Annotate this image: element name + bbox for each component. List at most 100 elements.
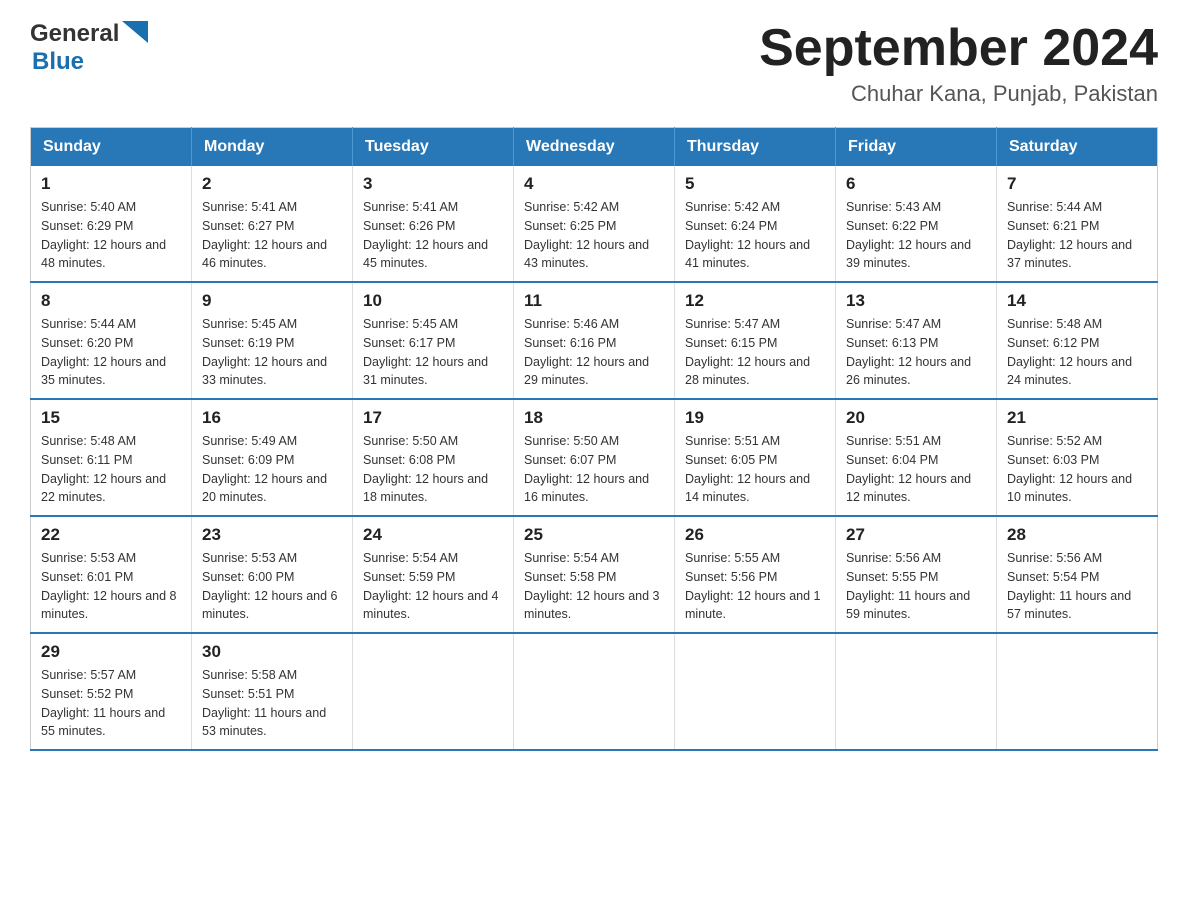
calendar-cell: 30Sunrise: 5:58 AMSunset: 5:51 PMDayligh…: [192, 633, 353, 750]
location-subtitle: Chuhar Kana, Punjab, Pakistan: [759, 81, 1158, 107]
calendar-cell: 16 Sunrise: 5:49 AMSunset: 6:09 PMDayligh…: [192, 399, 353, 516]
calendar-cell: 23 Sunrise: 5:53 AMSunset: 6:00 PMDayligh…: [192, 516, 353, 633]
title-section: September 2024 Chuhar Kana, Punjab, Paki…: [759, 20, 1158, 107]
calendar-cell: 24 Sunrise: 5:54 AMSunset: 5:59 PMDayligh…: [353, 516, 514, 633]
calendar-cell: [836, 633, 997, 750]
calendar-cell: 27 Sunrise: 5:56 AMSunset: 5:55 PMDayligh…: [836, 516, 997, 633]
calendar-body: 1Sunrise: 5:40 AMSunset: 6:29 PMDaylight…: [31, 166, 1158, 750]
day-info: Sunrise: 5:48 AMSunset: 6:12 PMDaylight:…: [1007, 315, 1147, 390]
day-info: Sunrise: 5:56 AMSunset: 5:55 PMDaylight:…: [846, 549, 986, 624]
calendar-cell: 4 Sunrise: 5:42 AMSunset: 6:25 PMDaylight…: [514, 166, 675, 282]
calendar-cell: 12 Sunrise: 5:47 AMSunset: 6:15 PMDayligh…: [675, 282, 836, 399]
days-header-row: SundayMondayTuesdayWednesdayThursdayFrid…: [31, 128, 1158, 167]
calendar-cell: 3 Sunrise: 5:41 AMSunset: 6:26 PMDaylight…: [353, 166, 514, 282]
day-info: Sunrise: 5:44 AMSunset: 6:20 PMDaylight:…: [41, 315, 181, 390]
calendar-table: SundayMondayTuesdayWednesdayThursdayFrid…: [30, 127, 1158, 751]
calendar-cell: 5 Sunrise: 5:42 AMSunset: 6:24 PMDaylight…: [675, 166, 836, 282]
calendar-cell: 6Sunrise: 5:43 AMSunset: 6:22 PMDaylight…: [836, 166, 997, 282]
calendar-cell: 15Sunrise: 5:48 AMSunset: 6:11 PMDayligh…: [31, 399, 192, 516]
day-info: Sunrise: 5:46 AMSunset: 6:16 PMDaylight:…: [524, 315, 664, 390]
day-info: Sunrise: 5:53 AMSunset: 6:01 PMDaylight:…: [41, 549, 181, 624]
calendar-cell: 21 Sunrise: 5:52 AMSunset: 6:03 PMDayligh…: [997, 399, 1158, 516]
day-header-thursday: Thursday: [675, 128, 836, 167]
day-number: 2: [202, 174, 342, 194]
day-number: 24: [363, 525, 503, 545]
logo-arrow-icon: [122, 21, 148, 48]
day-number: 1: [41, 174, 181, 194]
day-number: 22: [41, 525, 181, 545]
day-number: 8: [41, 291, 181, 311]
day-number: 5: [685, 174, 825, 194]
day-number: 6: [846, 174, 986, 194]
calendar-week-row: 15Sunrise: 5:48 AMSunset: 6:11 PMDayligh…: [31, 399, 1158, 516]
day-info: Sunrise: 5:50 AMSunset: 6:07 PMDaylight:…: [524, 432, 664, 507]
calendar-cell: 18 Sunrise: 5:50 AMSunset: 6:07 PMDayligh…: [514, 399, 675, 516]
calendar-cell: [514, 633, 675, 750]
logo: General Blue: [30, 20, 148, 76]
day-info: Sunrise: 5:57 AMSunset: 5:52 PMDaylight:…: [41, 666, 181, 741]
calendar-cell: 8 Sunrise: 5:44 AMSunset: 6:20 PMDaylight…: [31, 282, 192, 399]
day-info: Sunrise: 5:45 AMSunset: 6:19 PMDaylight:…: [202, 315, 342, 390]
month-title: September 2024: [759, 20, 1158, 77]
day-number: 12: [685, 291, 825, 311]
day-info: Sunrise: 5:41 AMSunset: 6:26 PMDaylight:…: [363, 198, 503, 273]
day-info: Sunrise: 5:55 AMSunset: 5:56 PMDaylight:…: [685, 549, 825, 624]
day-header-saturday: Saturday: [997, 128, 1158, 167]
day-number: 3: [363, 174, 503, 194]
day-number: 20: [846, 408, 986, 428]
calendar-cell: 1Sunrise: 5:40 AMSunset: 6:29 PMDaylight…: [31, 166, 192, 282]
day-info: Sunrise: 5:51 AMSunset: 6:05 PMDaylight:…: [685, 432, 825, 507]
calendar-week-row: 8 Sunrise: 5:44 AMSunset: 6:20 PMDaylight…: [31, 282, 1158, 399]
day-number: 30: [202, 642, 342, 662]
day-info: Sunrise: 5:54 AMSunset: 5:58 PMDaylight:…: [524, 549, 664, 624]
day-number: 21: [1007, 408, 1147, 428]
calendar-cell: 9 Sunrise: 5:45 AMSunset: 6:19 PMDaylight…: [192, 282, 353, 399]
day-info: Sunrise: 5:50 AMSunset: 6:08 PMDaylight:…: [363, 432, 503, 507]
calendar-cell: [997, 633, 1158, 750]
day-info: Sunrise: 5:54 AMSunset: 5:59 PMDaylight:…: [363, 549, 503, 624]
calendar-cell: [353, 633, 514, 750]
calendar-week-row: 22 Sunrise: 5:53 AMSunset: 6:01 PMDayligh…: [31, 516, 1158, 633]
day-info: Sunrise: 5:45 AMSunset: 6:17 PMDaylight:…: [363, 315, 503, 390]
day-info: Sunrise: 5:47 AMSunset: 6:15 PMDaylight:…: [685, 315, 825, 390]
day-info: Sunrise: 5:42 AMSunset: 6:25 PMDaylight:…: [524, 198, 664, 273]
day-header-tuesday: Tuesday: [353, 128, 514, 167]
day-number: 16: [202, 408, 342, 428]
day-info: Sunrise: 5:56 AMSunset: 5:54 PMDaylight:…: [1007, 549, 1147, 624]
day-info: Sunrise: 5:47 AMSunset: 6:13 PMDaylight:…: [846, 315, 986, 390]
calendar-cell: 28Sunrise: 5:56 AMSunset: 5:54 PMDayligh…: [997, 516, 1158, 633]
day-number: 26: [685, 525, 825, 545]
calendar-header: SundayMondayTuesdayWednesdayThursdayFrid…: [31, 128, 1158, 167]
day-number: 29: [41, 642, 181, 662]
day-info: Sunrise: 5:49 AMSunset: 6:09 PMDaylight:…: [202, 432, 342, 507]
day-number: 4: [524, 174, 664, 194]
day-number: 7: [1007, 174, 1147, 194]
calendar-week-row: 29 Sunrise: 5:57 AMSunset: 5:52 PMDayligh…: [31, 633, 1158, 750]
day-info: Sunrise: 5:44 AMSunset: 6:21 PMDaylight:…: [1007, 198, 1147, 273]
logo-blue-text: Blue: [32, 48, 84, 76]
day-info: Sunrise: 5:52 AMSunset: 6:03 PMDaylight:…: [1007, 432, 1147, 507]
day-number: 18: [524, 408, 664, 428]
day-number: 23: [202, 525, 342, 545]
calendar-cell: 17Sunrise: 5:50 AMSunset: 6:08 PMDayligh…: [353, 399, 514, 516]
day-info: Sunrise: 5:53 AMSunset: 6:00 PMDaylight:…: [202, 549, 342, 624]
page-header: General Blue September 2024 Chuhar Kana,…: [30, 20, 1158, 107]
calendar-cell: 19 Sunrise: 5:51 AMSunset: 6:05 PMDayligh…: [675, 399, 836, 516]
day-number: 10: [363, 291, 503, 311]
calendar-cell: 29 Sunrise: 5:57 AMSunset: 5:52 PMDayligh…: [31, 633, 192, 750]
calendar-cell: 11 Sunrise: 5:46 AMSunset: 6:16 PMDayligh…: [514, 282, 675, 399]
day-number: 9: [202, 291, 342, 311]
calendar-cell: 22 Sunrise: 5:53 AMSunset: 6:01 PMDayligh…: [31, 516, 192, 633]
day-number: 11: [524, 291, 664, 311]
calendar-cell: 25 Sunrise: 5:54 AMSunset: 5:58 PMDayligh…: [514, 516, 675, 633]
day-info: Sunrise: 5:42 AMSunset: 6:24 PMDaylight:…: [685, 198, 825, 273]
day-number: 13: [846, 291, 986, 311]
day-number: 27: [846, 525, 986, 545]
calendar-cell: 13 Sunrise: 5:47 AMSunset: 6:13 PMDayligh…: [836, 282, 997, 399]
calendar-cell: 26 Sunrise: 5:55 AMSunset: 5:56 PMDayligh…: [675, 516, 836, 633]
day-header-sunday: Sunday: [31, 128, 192, 167]
day-number: 25: [524, 525, 664, 545]
calendar-week-row: 1Sunrise: 5:40 AMSunset: 6:29 PMDaylight…: [31, 166, 1158, 282]
day-number: 19: [685, 408, 825, 428]
calendar-cell: 10 Sunrise: 5:45 AMSunset: 6:17 PMDayligh…: [353, 282, 514, 399]
